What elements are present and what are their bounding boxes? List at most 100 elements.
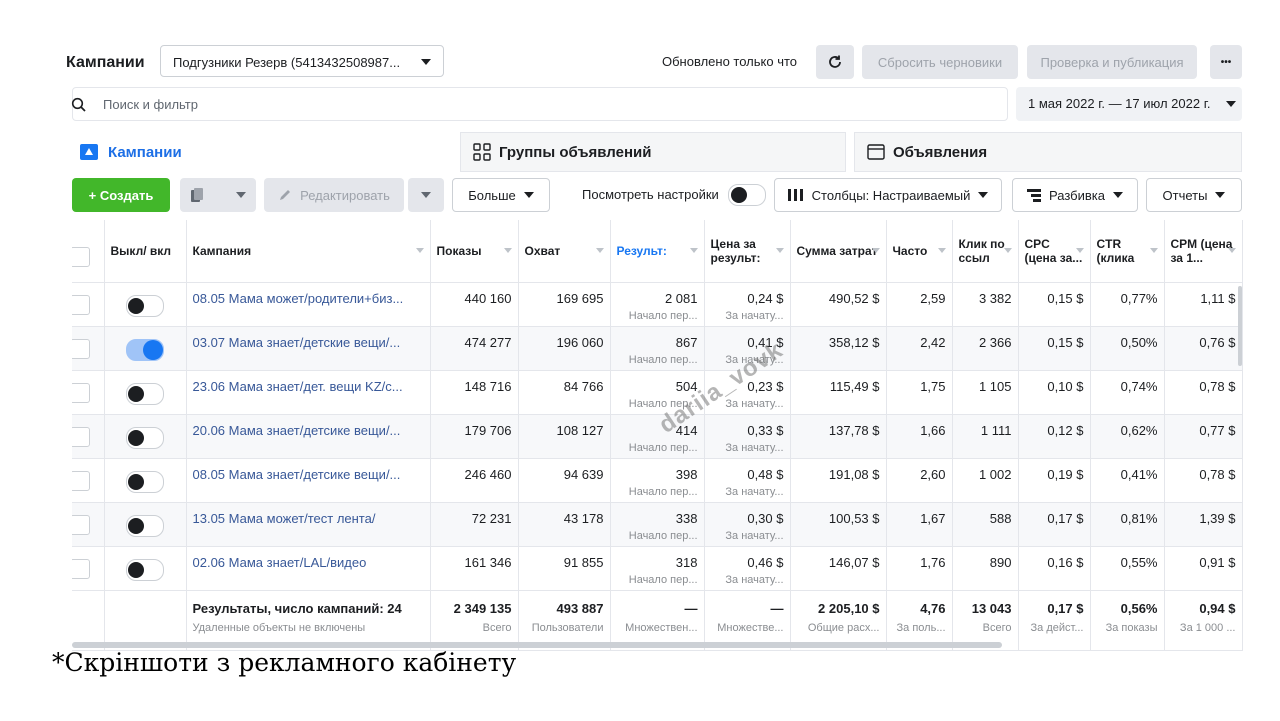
select-all-checkbox[interactable] xyxy=(72,246,90,267)
columns-button[interactable]: Столбцы: Настраиваемый xyxy=(774,178,1002,212)
reports-button[interactable]: Отчеты xyxy=(1146,178,1242,212)
cell-value: 0,12 $ xyxy=(1047,422,1084,438)
campaign-toggle[interactable] xyxy=(126,514,164,537)
link-clicks-cell: 3 382 xyxy=(952,282,1019,327)
col-label: Показы xyxy=(436,243,482,258)
tab-ad-sets[interactable]: Группы объявлений xyxy=(460,132,846,172)
table-row[interactable]: 08.05 Мама знает/детсике вещи/... 246 460… xyxy=(72,458,1243,503)
tab-campaigns[interactable]: Кампании xyxy=(72,132,452,172)
campaign-toggle[interactable] xyxy=(126,294,164,317)
table-row[interactable]: 02.06 Мама знает/LAL/видео 161 346 91 855 3… xyxy=(72,546,1243,591)
table-row[interactable]: 23.06 Мама знает/дет. вещи KZ/с... 148 71… xyxy=(72,370,1243,415)
tab-campaigns-label: Кампании xyxy=(108,143,182,161)
tab-ads[interactable]: Объявления xyxy=(854,132,1242,172)
total-cpm: 0,94 $ xyxy=(1199,600,1236,616)
campaign-name-link[interactable]: 02.06 Мама знает/LAL/видео xyxy=(193,547,424,570)
toggle-knob xyxy=(128,561,144,578)
cell-subtext: За начату... xyxy=(725,529,784,542)
cell-value: 1,11 $ xyxy=(1200,290,1236,306)
campaign-name-link[interactable]: 23.06 Мама знает/дет. вещи KZ/с... xyxy=(193,371,424,394)
row-checkbox[interactable] xyxy=(72,558,90,579)
campaign-toggle[interactable] xyxy=(126,382,164,405)
frequency-cell: 1,67 xyxy=(886,502,953,547)
vertical-scrollbar[interactable] xyxy=(1238,286,1242,366)
date-range-picker[interactable]: 1 мая 2022 г. — 17 июл 2022 г. xyxy=(1016,87,1242,121)
col-header-link-clicks[interactable]: Клик по ссыл xyxy=(952,220,1019,283)
campaign-toggle[interactable] xyxy=(126,470,164,493)
table-row[interactable]: 03.07 Мама знает/детские вещи/... 474 277… xyxy=(72,326,1243,371)
row-checkbox[interactable] xyxy=(72,294,90,315)
more-button[interactable]: Больше xyxy=(452,178,550,212)
total-sub: За поль... xyxy=(896,621,946,634)
cell-value: 1,39 $ xyxy=(1199,510,1236,526)
col-header-cost-per-result[interactable]: Цена за результ: xyxy=(704,220,791,283)
refresh-button[interactable] xyxy=(816,45,854,79)
edit-dropdown[interactable] xyxy=(408,178,444,212)
cell-value: 1 105 xyxy=(978,378,1012,394)
spend-cell: 191,08 $ xyxy=(790,458,887,503)
refresh-icon xyxy=(829,55,841,68)
col-header-impressions[interactable]: Показы xyxy=(430,220,519,283)
ad-icon xyxy=(867,144,885,160)
review-publish-button[interactable]: Проверка и публикация xyxy=(1027,45,1197,79)
cell-subtext: За начату... xyxy=(725,573,784,586)
reset-drafts-button[interactable]: Сбросить черновики xyxy=(862,45,1018,79)
cell-value: 2,59 xyxy=(920,290,946,306)
row-checkbox[interactable] xyxy=(72,338,90,359)
campaign-toggle[interactable] xyxy=(126,426,164,449)
col-label: Результ: xyxy=(616,243,667,258)
col-header-results[interactable]: Результ: xyxy=(610,220,705,283)
campaign-name-link[interactable]: 08.05 Мама знает/детсике вещи/... xyxy=(193,459,424,482)
col-header-ctr[interactable]: CTR (клика xyxy=(1090,220,1165,283)
total-cpr: — xyxy=(770,600,784,616)
row-checkbox[interactable] xyxy=(72,470,90,491)
campaign-toggle[interactable] xyxy=(126,338,164,361)
col-header-reach[interactable]: Охват xyxy=(518,220,611,283)
impressions-cell: 161 346 xyxy=(430,546,519,591)
col-header-frequency[interactable]: Часто xyxy=(886,220,953,283)
cell-value: 504 xyxy=(675,378,698,394)
more-options-button[interactable]: ••• xyxy=(1210,45,1242,79)
cell-value: 100,53 $ xyxy=(828,510,880,526)
account-selector[interactable]: Подгузники Резерв (5413432508987... xyxy=(160,45,444,77)
search-filter-bar[interactable]: Поиск и фильтр xyxy=(71,87,1008,121)
col-header-cpm[interactable]: CPM (цена за 1... xyxy=(1164,220,1243,283)
edit-button[interactable]: Редактировать xyxy=(264,178,404,212)
campaign-name-link[interactable]: 20.06 Мама знает/детсике вещи/... xyxy=(193,415,424,438)
cell-subtext: За начату... xyxy=(725,441,784,454)
cpc-cell: 0,19 $ xyxy=(1018,458,1091,503)
cell-subtext: За начату... xyxy=(725,309,784,322)
row-checkbox[interactable] xyxy=(72,514,90,535)
row-checkbox[interactable] xyxy=(72,382,90,403)
total-sub: За дейст... xyxy=(1030,621,1084,634)
toggle-knob xyxy=(128,517,144,534)
chevron-down-icon xyxy=(1215,192,1226,198)
table-row[interactable]: 13.05 Мама может/тест лента/72 231 43 178… xyxy=(72,502,1243,547)
cpc-cell: 0,12 $ xyxy=(1018,414,1091,459)
breakdown-button[interactable]: Разбивка xyxy=(1012,178,1138,212)
tab-ad-sets-label: Группы объявлений xyxy=(499,143,652,161)
col-header-spend[interactable]: Сумма затрат xyxy=(790,220,887,283)
cell-value: 0,10 $ xyxy=(1047,378,1084,394)
row-checkbox[interactable] xyxy=(72,426,90,447)
duplicate-button[interactable] xyxy=(180,178,256,212)
col-header-campaign[interactable]: Кампания xyxy=(186,220,431,283)
chevron-down-icon xyxy=(1112,192,1123,198)
campaign-name-link[interactable]: 08.05 Мама может/родители+биз... xyxy=(193,283,424,306)
cpm-cell: 0,76 $ xyxy=(1164,326,1243,371)
reach-cell: 84 766 xyxy=(518,370,611,415)
col-header-toggle[interactable]: Выкл/ вкл xyxy=(104,220,187,283)
create-button[interactable]: + Создать xyxy=(72,178,170,212)
table-row[interactable]: 08.05 Мама может/родители+биз... 440 160 1… xyxy=(72,282,1243,327)
col-header-cpc[interactable]: CPC (цена за... xyxy=(1018,220,1091,283)
col-label: Цена за результ: xyxy=(710,236,761,265)
cell-value: 0,91 $ xyxy=(1199,554,1236,570)
campaign-name-link[interactable]: 03.07 Мама знает/детские вещи/... xyxy=(193,327,424,350)
sort-icon xyxy=(1149,248,1158,253)
view-settings-toggle[interactable] xyxy=(728,184,766,206)
cell-value: 0,15 $ xyxy=(1047,290,1084,306)
campaign-toggle[interactable] xyxy=(126,558,164,581)
impressions-cell: 246 460 xyxy=(430,458,519,503)
toggle-knob xyxy=(128,297,144,314)
campaign-name-link[interactable]: 13.05 Мама может/тест лента/ xyxy=(193,503,424,526)
